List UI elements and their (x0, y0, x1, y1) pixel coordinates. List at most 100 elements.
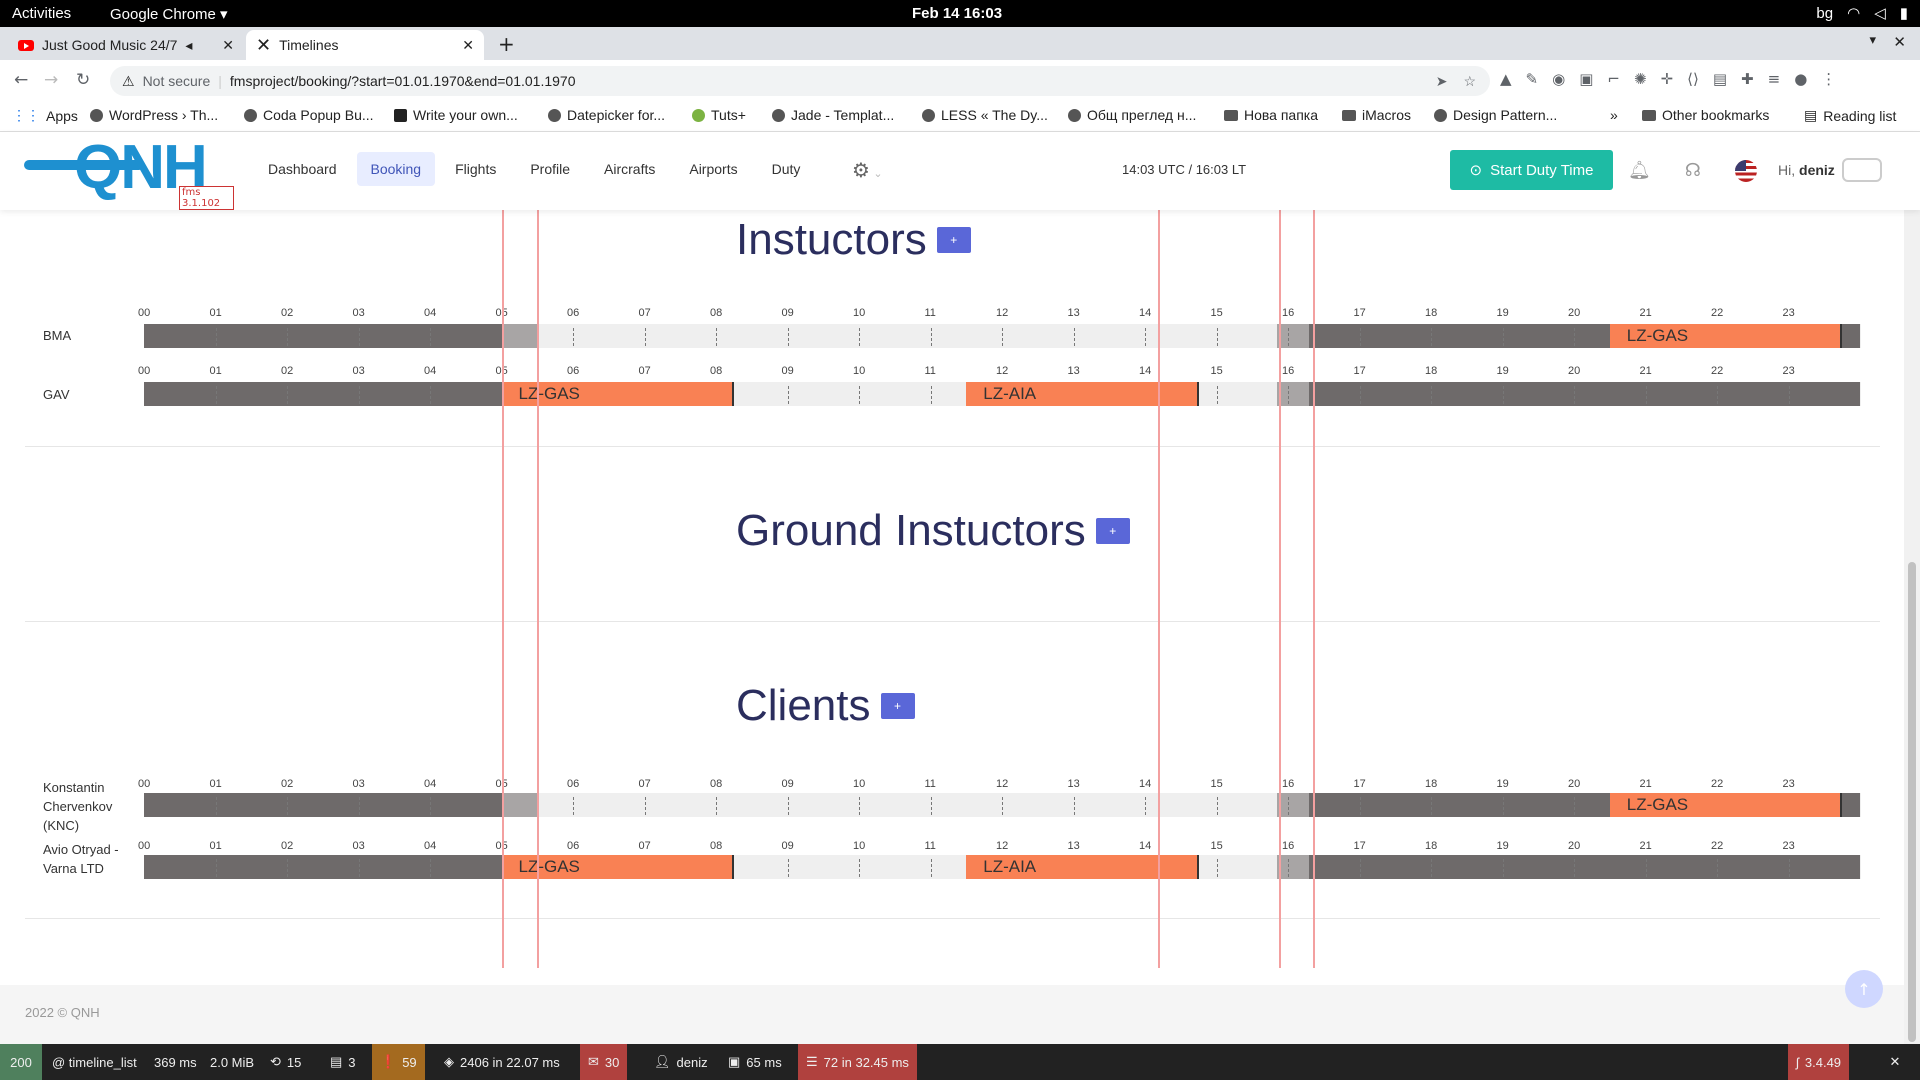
url-text[interactable]: fmsproject/booking/?start=01.01.1970&end… (230, 73, 576, 89)
start-duty-button[interactable]: ⊙ Start Duty Time (1450, 150, 1613, 190)
timeline-bar[interactable]: LZ-GAS (144, 793, 1861, 817)
scrollbar[interactable] (1904, 132, 1920, 1044)
bookmark-apps[interactable]: ⋮⋮ Apps (12, 107, 78, 124)
memory-usage[interactable]: 2.0 MiB (202, 1044, 262, 1080)
hour-label: 19 (1496, 365, 1509, 377)
bookmark-folder[interactable]: Нова папка (1224, 107, 1318, 123)
cache-info[interactable]: ◈ 2406 in 22.07 ms (436, 1044, 568, 1080)
nav-airports[interactable]: Airports (675, 152, 751, 186)
bookmark-item[interactable]: Общ преглед н... (1068, 107, 1196, 123)
nav-dashboard[interactable]: Dashboard (254, 152, 351, 186)
queue-icon[interactable]: ≡ (1768, 70, 1781, 88)
warning-icon: ⚠ (122, 72, 135, 89)
reading-list[interactable]: ▤ Reading list (1804, 107, 1896, 124)
bookmark-label: Write your own... (413, 107, 518, 123)
kebab-menu-icon[interactable]: ⋮ (1821, 70, 1836, 88)
puzzle-icon[interactable]: ✚ (1741, 70, 1754, 88)
bookmark-item[interactable]: Coda Popup Bu... (244, 107, 374, 123)
activities-button[interactable]: Activities (12, 5, 71, 22)
extension-icon[interactable]: ▣ (1579, 70, 1593, 88)
close-tab-icon[interactable]: ✕ (222, 37, 234, 54)
system-tray[interactable]: bg ◠ ◁ ▮ (1816, 4, 1908, 23)
status-code[interactable]: 200 (0, 1044, 42, 1080)
bookmark-item[interactable]: Write your own... (394, 107, 518, 123)
extension-icon[interactable]: ▤ (1713, 70, 1727, 88)
timeline-bar[interactable]: LZ-GAS (144, 324, 1861, 348)
route-info[interactable]: @ timeline_list (44, 1044, 145, 1080)
app-menu[interactable]: Google Chrome ▾ (110, 5, 228, 23)
bookmark-item[interactable]: WordPress › Th... (90, 107, 218, 123)
extension-icon[interactable]: ✛ (1661, 70, 1674, 88)
add-instructor-button[interactable]: + (936, 227, 971, 253)
night-segment (144, 793, 502, 817)
language-indicator[interactable]: bg (1816, 5, 1833, 22)
settings-gear-icon[interactable]: ⚙ ⌄ (852, 158, 883, 182)
add-ground-instructor-button[interactable]: + (1095, 518, 1130, 544)
booking-block[interactable]: LZ-GAS (1609, 793, 1843, 817)
nav-duty[interactable]: Duty (758, 152, 815, 186)
omnibox[interactable]: ⚠ Not secure | fmsproject/booking/?start… (110, 66, 1490, 96)
logs-info[interactable]: ▤ 3 (322, 1044, 364, 1080)
hour-label: 14 (1139, 840, 1152, 852)
bookmarks-overflow[interactable]: » (1610, 107, 1618, 123)
nav-flights[interactable]: Flights (441, 152, 510, 186)
timeline-bar[interactable]: LZ-GAS LZ-AIA (144, 382, 1861, 406)
extension-icon[interactable]: ⌐ (1607, 70, 1620, 88)
send-icon[interactable]: ➤ (1436, 73, 1448, 90)
booking-block[interactable]: LZ-GAS (1609, 324, 1843, 348)
close-toolbar-icon[interactable]: ✕ (1870, 1044, 1920, 1080)
security-status[interactable]: Not secure (143, 73, 211, 89)
symfony-version[interactable]: ʃ 3.4.49 (1788, 1044, 1850, 1080)
window-close-icon[interactable]: ✕ (1893, 33, 1906, 51)
extension-icon[interactable]: ◉ (1552, 70, 1565, 88)
nav-aircrafts[interactable]: Aircrafts (590, 152, 669, 186)
forms-info[interactable]: ⟲ 15 (262, 1044, 309, 1080)
headset-icon[interactable]: ☊ (1685, 160, 1701, 182)
hour-label: 11 (924, 307, 936, 319)
timeline-bar[interactable]: LZ-GAS LZ-AIA (144, 855, 1861, 879)
hour-tick (430, 386, 431, 404)
reload-icon[interactable]: ↻ (76, 70, 90, 90)
nav-booking[interactable]: Booking (356, 152, 436, 186)
bookmark-item[interactable]: Design Pattern... (1434, 107, 1557, 123)
booking-block[interactable]: LZ-AIA (966, 382, 1199, 406)
user-greeting[interactable]: Hi, deniz (1778, 162, 1835, 178)
extension-icon[interactable]: ✺ (1634, 70, 1647, 88)
forward-icon[interactable]: → (44, 70, 58, 90)
back-icon[interactable]: ← (14, 70, 28, 90)
star-icon[interactable]: ☆ (1463, 73, 1476, 90)
tab-search-icon[interactable]: ▾ (1869, 33, 1876, 48)
close-tab-icon[interactable]: ✕ (462, 37, 474, 54)
bookmark-item[interactable]: Datepicker for... (548, 107, 665, 123)
add-client-button[interactable]: + (880, 693, 915, 719)
us-flag-icon[interactable] (1734, 160, 1757, 182)
avatar[interactable] (1842, 158, 1882, 182)
translations-info[interactable]: ✉ 30 (580, 1044, 628, 1080)
bell-icon[interactable]: 🔔︎ (1628, 160, 1651, 182)
qnh-logo[interactable]: QNH fms 3.1.102 (24, 133, 234, 210)
bookmark-folder[interactable]: iMacros (1342, 107, 1411, 123)
warning-icon: ❗ (380, 1054, 397, 1069)
nav-profile[interactable]: Profile (516, 152, 584, 186)
tab-timelines[interactable]: ✕ Timelines ✕ (246, 30, 484, 60)
profile-avatar-icon[interactable]: ● (1794, 70, 1807, 88)
security-info[interactable]: 👤︎ deniz (646, 1044, 716, 1080)
booking-block[interactable]: LZ-AIA (966, 855, 1199, 879)
scrollbar-thumb[interactable] (1908, 562, 1916, 1042)
speaker-icon[interactable]: ◂ (185, 37, 192, 54)
request-time[interactable]: 369 ms (146, 1044, 205, 1080)
scroll-to-top-button[interactable]: ↑ (1845, 970, 1883, 1008)
extension-icon[interactable]: ✎ (1526, 70, 1539, 88)
bookmark-item[interactable]: Jade - Templat... (772, 107, 894, 123)
other-bookmarks[interactable]: Other bookmarks (1642, 107, 1769, 123)
extension-icon[interactable]: ⟨⟩ (1687, 70, 1699, 88)
db-info[interactable]: ☰ 72 in 32.45 ms (798, 1044, 917, 1080)
extension-icon[interactable]: ▲ (1500, 70, 1512, 88)
tab-music[interactable]: Just Good Music 24/7 ◂ ✕ (8, 30, 244, 60)
twig-info[interactable]: ▣ 65 ms (720, 1044, 790, 1080)
deprecations-info[interactable]: ❗ 59 (372, 1044, 425, 1080)
new-tab-button[interactable]: + (498, 32, 515, 56)
clock[interactable]: Feb 14 16:03 (912, 5, 1002, 22)
bookmark-item[interactable]: LESS « The Dy... (922, 107, 1048, 123)
bookmark-item[interactable]: Tuts+ (692, 107, 746, 123)
